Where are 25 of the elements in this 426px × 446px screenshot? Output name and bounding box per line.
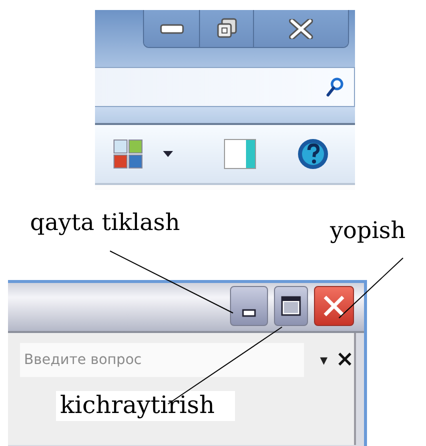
leader-line [338,258,404,318]
annotation-label: kichraytirish [56,391,235,421]
dropdown-arrow-icon[interactable] [163,151,173,157]
annotation-label: qayta tiklash [30,212,180,235]
close-button[interactable] [314,286,354,326]
annotation-label: yopish [330,220,406,243]
close-icon [289,18,313,38]
search-icon[interactable] [326,77,344,97]
minimize-icon [242,309,256,317]
minimize-icon [160,24,184,34]
minimize-button[interactable] [144,10,200,47]
maximize-button[interactable] [274,286,308,326]
restore-button[interactable] [200,10,254,47]
restore-icon [216,18,238,40]
maximize-icon [281,296,301,316]
minimize-button[interactable] [230,286,268,326]
close-button[interactable]: × [336,349,354,371]
views-icon[interactable] [113,139,143,169]
close-button[interactable] [254,10,348,47]
question-field[interactable]: Введите вопрос [20,343,304,377]
help-icon[interactable] [297,138,329,170]
preview-pane-icon[interactable] [224,139,256,169]
dropdown-button[interactable]: ▾ [320,351,328,369]
search-field[interactable] [95,67,355,107]
close-icon [322,294,346,318]
